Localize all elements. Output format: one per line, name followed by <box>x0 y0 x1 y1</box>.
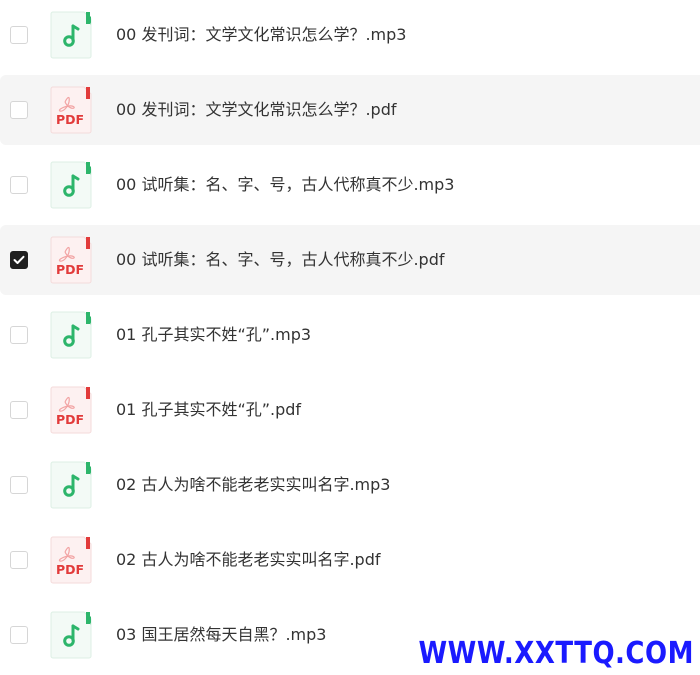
music-note-icon <box>50 161 92 209</box>
file-name[interactable]: 00 发刊词：文学文化常识怎么学？.pdf <box>116 75 396 145</box>
file-row[interactable]: 00 试听集：名、字、号，古人代称真不少.mp3 <box>0 150 700 220</box>
file-checkbox[interactable] <box>10 251 28 269</box>
file-name[interactable]: 00 试听集：名、字、号，古人代称真不少.mp3 <box>116 150 454 220</box>
file-row[interactable]: 02 古人为啥不能老老实实叫名字.mp3 <box>0 450 700 520</box>
file-checkbox[interactable] <box>10 551 28 569</box>
file-row[interactable]: 01 孔子其实不姓“孔”.mp3 <box>0 300 700 370</box>
music-note-icon <box>50 611 92 659</box>
pdf-icon: PDF <box>50 236 92 284</box>
pdf-icon-label: PDF <box>56 112 84 127</box>
file-name[interactable]: 01 孔子其实不姓“孔”.pdf <box>116 375 301 445</box>
file-name[interactable]: 00 发刊词：文学文化常识怎么学？.mp3 <box>116 0 406 70</box>
file-name[interactable]: 02 古人为啥不能老老实实叫名字.mp3 <box>116 450 390 520</box>
file-name[interactable]: 02 古人为啥不能老老实实叫名字.pdf <box>116 525 380 595</box>
file-checkbox[interactable] <box>10 626 28 644</box>
file-checkbox[interactable] <box>10 26 28 44</box>
file-checkbox[interactable] <box>10 326 28 344</box>
pdf-icon-label: PDF <box>56 412 84 427</box>
file-checkbox[interactable] <box>10 476 28 494</box>
file-name[interactable]: 00 试听集：名、字、号，古人代称真不少.pdf <box>116 225 444 295</box>
file-row[interactable]: PDF 00 试听集：名、字、号，古人代称真不少.pdf <box>0 225 700 295</box>
file-checkbox[interactable] <box>10 176 28 194</box>
music-note-icon <box>50 461 92 509</box>
file-row[interactable]: PDF 02 古人为啥不能老老实实叫名字.pdf <box>0 525 700 595</box>
file-name[interactable]: 01 孔子其实不姓“孔”.mp3 <box>116 300 311 370</box>
pdf-icon: PDF <box>50 86 92 134</box>
file-row[interactable]: 00 发刊词：文学文化常识怎么学？.mp3 <box>0 0 700 70</box>
file-checkbox[interactable] <box>10 401 28 419</box>
file-list: 00 发刊词：文学文化常识怎么学？.mp3 PDF 00 发刊词：文学文化常识怎… <box>0 0 700 675</box>
music-note-icon <box>50 311 92 359</box>
pdf-icon: PDF <box>50 386 92 434</box>
file-name[interactable]: 03 国王居然每天自黑？.mp3 <box>116 600 326 670</box>
pdf-icon-label: PDF <box>56 262 84 277</box>
pdf-icon: PDF <box>50 536 92 584</box>
file-row[interactable]: PDF 00 发刊词：文学文化常识怎么学？.pdf <box>0 75 700 145</box>
file-row[interactable]: PDF 01 孔子其实不姓“孔”.pdf <box>0 375 700 445</box>
file-checkbox[interactable] <box>10 101 28 119</box>
watermark: WWW.XXTTQ.COM <box>418 636 694 672</box>
music-note-icon <box>50 11 92 59</box>
pdf-icon-label: PDF <box>56 562 84 577</box>
